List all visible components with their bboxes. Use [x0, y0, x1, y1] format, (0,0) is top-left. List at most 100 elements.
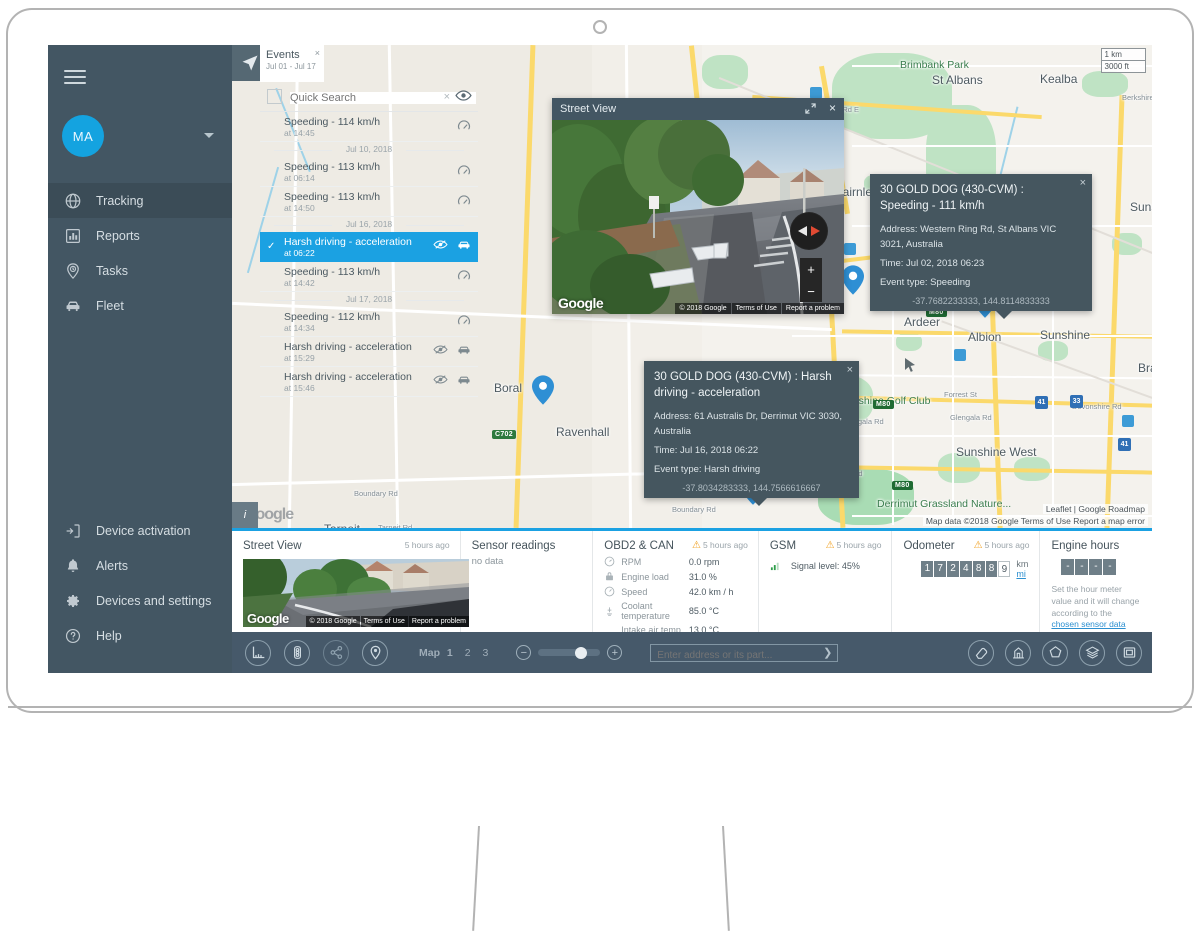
visibility-eye-icon[interactable] [455, 89, 472, 102]
sensor-name: RPM [621, 557, 689, 567]
zoom-out-button[interactable]: − [516, 645, 531, 660]
speed-gauge-icon[interactable] [457, 194, 471, 208]
sensor-name: Speed [621, 587, 689, 597]
sidebar-item-fleet[interactable]: Fleet [48, 288, 232, 323]
sidebar-item-tasks[interactable]: Tasks [48, 253, 232, 288]
user-account-row[interactable]: MA [48, 109, 232, 169]
expand-icon[interactable] [805, 103, 816, 114]
share-button[interactable] [323, 640, 349, 666]
map-place-label: Sunshine [1040, 328, 1090, 342]
map-tab-1[interactable]: 1 [447, 647, 453, 659]
map-place-label: Braybrook [1138, 361, 1152, 375]
zoom-slider[interactable] [538, 649, 600, 656]
panel-empty-text: no data [472, 556, 582, 567]
address-input[interactable] [651, 647, 837, 663]
boral-poi-pin-icon[interactable] [532, 375, 554, 405]
map-tab-2[interactable]: 2 [465, 647, 471, 659]
speed-gauge-icon[interactable] [457, 164, 471, 178]
event-list-item[interactable]: ✓ Speeding - 113 km/h at 06:14 [260, 157, 478, 187]
event-list-item[interactable]: ✓ Harsh driving - acceleration at 15:29 [260, 337, 478, 367]
speed-gauge-icon[interactable] [457, 314, 471, 328]
sensor-name: Coolant temperature [621, 601, 689, 621]
map-poi-icon[interactable] [1122, 415, 1134, 427]
map-poi-icon[interactable] [954, 349, 966, 361]
close-icon[interactable]: × [1080, 177, 1086, 189]
map-info-button[interactable]: i [232, 502, 258, 528]
chevron-down-icon[interactable] [204, 133, 214, 138]
map-attribution-secondary[interactable]: Map data ©2018 Google Terms of Use Repor… [923, 516, 1148, 526]
measure-distance-button[interactable] [245, 640, 271, 666]
credit-terms[interactable]: Terms of Use [361, 616, 408, 627]
hidden-eye-icon[interactable] [433, 239, 448, 250]
close-icon[interactable]: × [315, 48, 320, 58]
panel-toggle-button[interactable] [1116, 640, 1142, 666]
traffic-light-button[interactable] [284, 640, 310, 666]
street-view-image[interactable]: + − Google © 2018 Google Terms of Use Re… [552, 120, 844, 314]
hidden-eye-icon[interactable] [433, 344, 448, 355]
engine-hours-panel: Engine hours - - - - Set the hour meter … [1040, 531, 1152, 635]
event-time: at 06:14 [284, 173, 315, 183]
odometer-reading[interactable]: 1 7 2 4 8 8 9 km mi [921, 559, 1028, 579]
zoom-slider-knob[interactable] [575, 647, 587, 659]
event-list-item[interactable]: ✓ Speeding - 113 km/h at 14:50 [260, 187, 478, 217]
map-attribution-text[interactable]: Leaflet | Google Roadmap [1046, 504, 1145, 514]
sidebar-item-devices-and-settings[interactable]: Devices and settings [48, 583, 232, 618]
scale-metric: 1 km [1101, 48, 1146, 61]
odometer-digit: 7 [934, 561, 946, 577]
hidden-eye-icon[interactable] [433, 374, 448, 385]
close-icon[interactable]: × [847, 364, 853, 376]
geofence-button[interactable] [1042, 640, 1068, 666]
sidebar-nav-bottom: Device activation Alerts Devices and set… [48, 513, 232, 653]
street-view-compass[interactable] [790, 212, 828, 250]
street-view-thumbnail[interactable]: Google © 2018 Google Terms of Use Report… [243, 559, 469, 627]
map-place-label: Boundary Rd [354, 489, 398, 498]
event-list-item[interactable]: ✓ Speeding - 114 km/h at 14:45 [260, 112, 478, 142]
sidebar-item-label: Device activation [96, 524, 191, 538]
map-poi-icon[interactable] [844, 243, 856, 255]
layers-button[interactable] [1079, 640, 1105, 666]
street-view-panel[interactable]: Street View 5 hours ago [232, 531, 461, 635]
select-all-checkbox[interactable] [267, 89, 282, 104]
eraser-button[interactable] [968, 640, 994, 666]
event-title: Speeding - 112 km/h [284, 311, 380, 323]
place-marker-button[interactable] [362, 640, 388, 666]
engine-hours-reading[interactable]: - - - - [1061, 559, 1141, 575]
help-icon [64, 627, 82, 645]
sidebar-item-help[interactable]: Help [48, 618, 232, 653]
map-tab-3[interactable]: 3 [482, 647, 488, 659]
odometer-unit-toggle[interactable]: mi [1016, 569, 1028, 579]
zoom-in-button[interactable]: + [607, 645, 622, 660]
street-view-zoom-out[interactable]: − [800, 280, 822, 302]
speed-gauge-icon[interactable] [457, 269, 471, 283]
car-icon[interactable] [457, 239, 471, 251]
sidebar-item-device-activation[interactable]: Device activation [48, 513, 232, 548]
credit-terms[interactable]: Terms of Use [732, 303, 781, 314]
speed-gauge-icon[interactable] [457, 119, 471, 133]
odometer-digit: 8 [986, 561, 998, 577]
street-view-zoom-in[interactable]: + [800, 258, 822, 280]
geofence-group-button[interactable] [1005, 640, 1031, 666]
event-list-item[interactable]: ✓ Harsh driving - acceleration at 06:22 [260, 232, 478, 262]
car-icon[interactable] [457, 344, 471, 356]
street-view-zoom-controls[interactable]: + − [800, 258, 822, 302]
sidebar-item-tracking[interactable]: Tracking [48, 183, 232, 218]
hamburger-menu-icon[interactable] [64, 70, 86, 84]
tablet-camera [593, 20, 607, 34]
event-list-item[interactable]: ✓ Harsh driving - acceleration at 15:46 [260, 367, 478, 397]
car-icon[interactable] [457, 374, 471, 386]
events-tab[interactable]: Events Jul 01 - Jul 17 × [260, 45, 324, 82]
close-icon[interactable]: × [829, 101, 836, 115]
tablet-stand-left [472, 826, 480, 931]
sidebar-item-reports[interactable]: Reports [48, 218, 232, 253]
event-list-item[interactable]: ✓ Speeding - 112 km/h at 14:34 [260, 307, 478, 337]
event-time: at 15:46 [284, 383, 315, 393]
map-scale-bar: 1 km 3000 ft [1101, 48, 1146, 73]
credit-report[interactable]: Report a problem [782, 303, 844, 314]
popup-time: Time: Jul 16, 2018 06:22 [644, 443, 859, 462]
clear-search-icon[interactable]: × [444, 91, 450, 103]
sidebar-item-alerts[interactable]: Alerts [48, 548, 232, 583]
address-go-button[interactable]: ❯ [823, 646, 832, 659]
map-poi-pin-icon[interactable] [842, 265, 864, 295]
event-list-item[interactable]: ✓ Speeding - 113 km/h at 14:42 [260, 262, 478, 292]
engine-hours-link[interactable]: chosen sensor data [1051, 619, 1141, 629]
